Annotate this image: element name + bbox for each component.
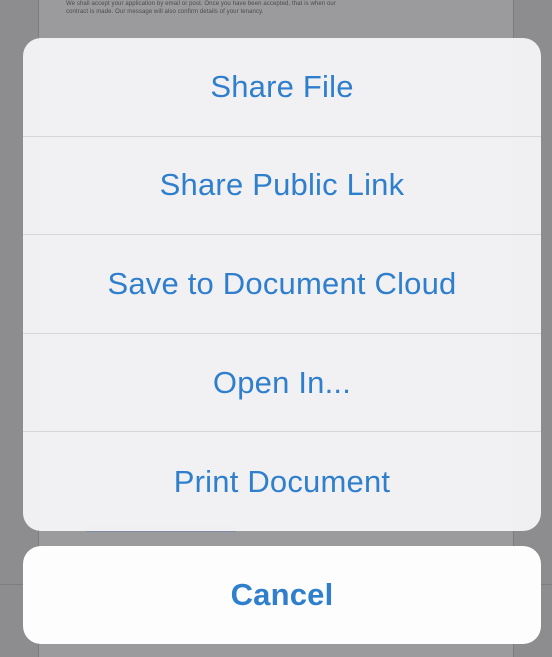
share-file-label: Share File xyxy=(210,68,354,104)
document-line: We shall accept your application by emai… xyxy=(66,1,336,7)
background-document-text: We shall accept your application by emai… xyxy=(66,0,486,16)
save-to-document-cloud-label: Save to Document Cloud xyxy=(107,265,457,301)
share-public-link-button[interactable]: Share Public Link xyxy=(23,137,541,236)
open-in-button[interactable]: Open In... xyxy=(23,334,541,433)
save-to-document-cloud-button[interactable]: Save to Document Cloud xyxy=(23,235,541,334)
share-action-sheet: Share File Share Public Link Save to Doc… xyxy=(23,38,541,531)
cancel-button[interactable]: Cancel xyxy=(23,546,541,644)
print-document-label: Print Document xyxy=(173,463,391,499)
document-line: contract is made. Our message will also … xyxy=(66,9,264,15)
print-document-button[interactable]: Print Document xyxy=(23,432,541,531)
share-public-link-label: Share Public Link xyxy=(159,167,405,203)
cancel-label: Cancel xyxy=(230,577,334,612)
share-file-button[interactable]: Share File xyxy=(23,38,541,137)
open-in-label: Open In... xyxy=(212,364,352,400)
